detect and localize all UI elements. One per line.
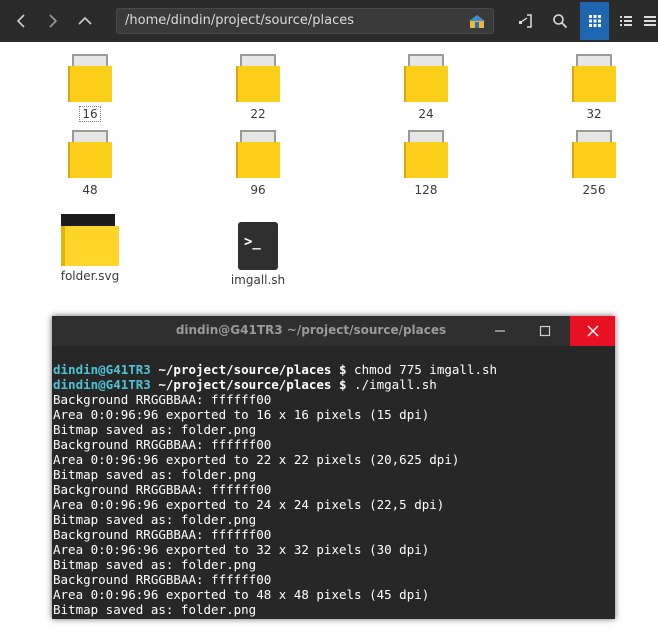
folder-icon bbox=[236, 54, 280, 104]
file-item[interactable]: 16 bbox=[40, 54, 140, 122]
file-item[interactable]: 256 bbox=[544, 130, 644, 197]
file-item[interactable]: 32 bbox=[544, 54, 644, 121]
file-item[interactable]: 24 bbox=[376, 54, 476, 121]
maximize-button[interactable] bbox=[527, 316, 563, 346]
file-item[interactable]: 128 bbox=[376, 130, 476, 197]
file-item[interactable]: >_ imgall.sh bbox=[208, 222, 308, 287]
file-name: 96 bbox=[250, 183, 266, 197]
menu-button[interactable] bbox=[641, 0, 658, 42]
command-text: chmod 775 imgall.sh bbox=[346, 362, 498, 377]
prompt-path: ~/project/source/places $ bbox=[150, 362, 347, 377]
folder-icon bbox=[404, 130, 448, 180]
output-line: Background RRGGBBAA: ffffff00 bbox=[53, 482, 272, 497]
up-button[interactable] bbox=[70, 0, 100, 42]
output-line: Background RRGGBBAA: ffffff00 bbox=[53, 527, 272, 542]
file-name: 22 bbox=[250, 107, 266, 121]
command-line: dindin@G41TR3 ~/project/source/places $ … bbox=[53, 362, 615, 377]
file-name: folder.svg bbox=[60, 269, 120, 283]
folder-icon bbox=[68, 54, 112, 104]
chevron-left-icon bbox=[16, 14, 25, 28]
prompt-user: dindin@G41TR3 bbox=[53, 377, 151, 392]
toolbar: /home/dindin/project/source/places bbox=[0, 0, 658, 42]
forward-button[interactable] bbox=[38, 0, 68, 42]
minimize-button[interactable] bbox=[482, 316, 518, 346]
folder-icon bbox=[572, 130, 616, 180]
folder-icon bbox=[404, 54, 448, 104]
command-text: ./imgall.sh bbox=[346, 377, 437, 392]
grid-view-button[interactable] bbox=[580, 2, 609, 40]
output-line: Background RRGGBBAA: ffffff00 bbox=[53, 572, 272, 587]
chevron-up-icon bbox=[78, 16, 92, 25]
list-view-icon bbox=[620, 16, 632, 26]
file-item[interactable]: 96 bbox=[208, 130, 308, 197]
shell-script-icon: >_ bbox=[238, 222, 278, 270]
close-button[interactable] bbox=[570, 316, 615, 346]
output-line: Area 0:0:96:96 exported to 32 x 32 pixel… bbox=[53, 542, 430, 557]
search-icon bbox=[553, 14, 568, 29]
file-item[interactable]: folder.svg bbox=[40, 214, 140, 283]
terminal-titlebar[interactable]: dindin@G41TR3 ~/project/source/places bbox=[52, 316, 615, 346]
file-name: 48 bbox=[82, 183, 98, 197]
folder-icon bbox=[68, 130, 112, 180]
output-line: Background RRGGBBAA: ffffff00 bbox=[53, 392, 272, 407]
output-line: Background RRGGBBAA: ffffff00 bbox=[53, 437, 272, 452]
file-item[interactable]: 48 bbox=[40, 130, 140, 197]
search-button[interactable] bbox=[545, 0, 575, 42]
prompt-user: dindin@G41TR3 bbox=[53, 362, 151, 377]
folder-home-icon bbox=[468, 12, 486, 34]
folder-icon bbox=[572, 54, 616, 104]
file-name: 256 bbox=[582, 183, 606, 197]
command-line: dindin@G41TR3 ~/project/source/places $ … bbox=[53, 377, 615, 392]
chevron-right-icon bbox=[49, 14, 58, 28]
file-name: 32 bbox=[586, 107, 602, 121]
file-name: 24 bbox=[418, 107, 434, 121]
output-line: Bitmap saved as: folder.png bbox=[53, 467, 257, 482]
terminal-output[interactable]: dindin@G41TR3 ~/project/source/places $ … bbox=[52, 362, 615, 617]
back-button[interactable] bbox=[6, 0, 36, 42]
maximize-icon bbox=[539, 325, 551, 337]
output-line: Area 0:0:96:96 exported to 24 x 24 pixel… bbox=[53, 497, 445, 512]
output-line: Bitmap saved as: folder.png bbox=[53, 422, 257, 437]
open-terminal-icon bbox=[519, 14, 532, 28]
file-name: imgall.sh bbox=[230, 273, 286, 287]
minimize-icon bbox=[495, 330, 505, 332]
file-item[interactable]: 22 bbox=[208, 54, 308, 121]
file-name: 128 bbox=[414, 183, 438, 197]
output-line: Area 0:0:96:96 exported to 22 x 22 pixel… bbox=[53, 452, 460, 467]
svg-image-icon bbox=[61, 214, 119, 266]
output-line: Area 0:0:96:96 exported to 48 x 48 pixel… bbox=[53, 587, 430, 602]
output-line: Bitmap saved as: folder.png bbox=[53, 557, 257, 572]
location-bar[interactable]: /home/dindin/project/source/places bbox=[116, 8, 494, 34]
grid-view-icon bbox=[588, 15, 601, 27]
output-line: Bitmap saved as: folder.png bbox=[53, 602, 257, 617]
list-view-button[interactable] bbox=[612, 0, 640, 42]
output-line: Area 0:0:96:96 exported to 16 x 16 pixel… bbox=[53, 407, 430, 422]
terminal-window[interactable]: dindin@G41TR3 ~/project/source/places di… bbox=[52, 316, 615, 619]
location-path: /home/dindin/project/source/places bbox=[125, 13, 354, 28]
output-line: Bitmap saved as: folder.png bbox=[53, 512, 257, 527]
folder-icon bbox=[236, 130, 280, 180]
hamburger-icon bbox=[643, 16, 656, 26]
open-terminal-button[interactable] bbox=[510, 0, 540, 42]
file-name: 16 bbox=[79, 106, 101, 122]
prompt-path: ~/project/source/places $ bbox=[150, 377, 347, 392]
close-icon bbox=[587, 325, 598, 337]
